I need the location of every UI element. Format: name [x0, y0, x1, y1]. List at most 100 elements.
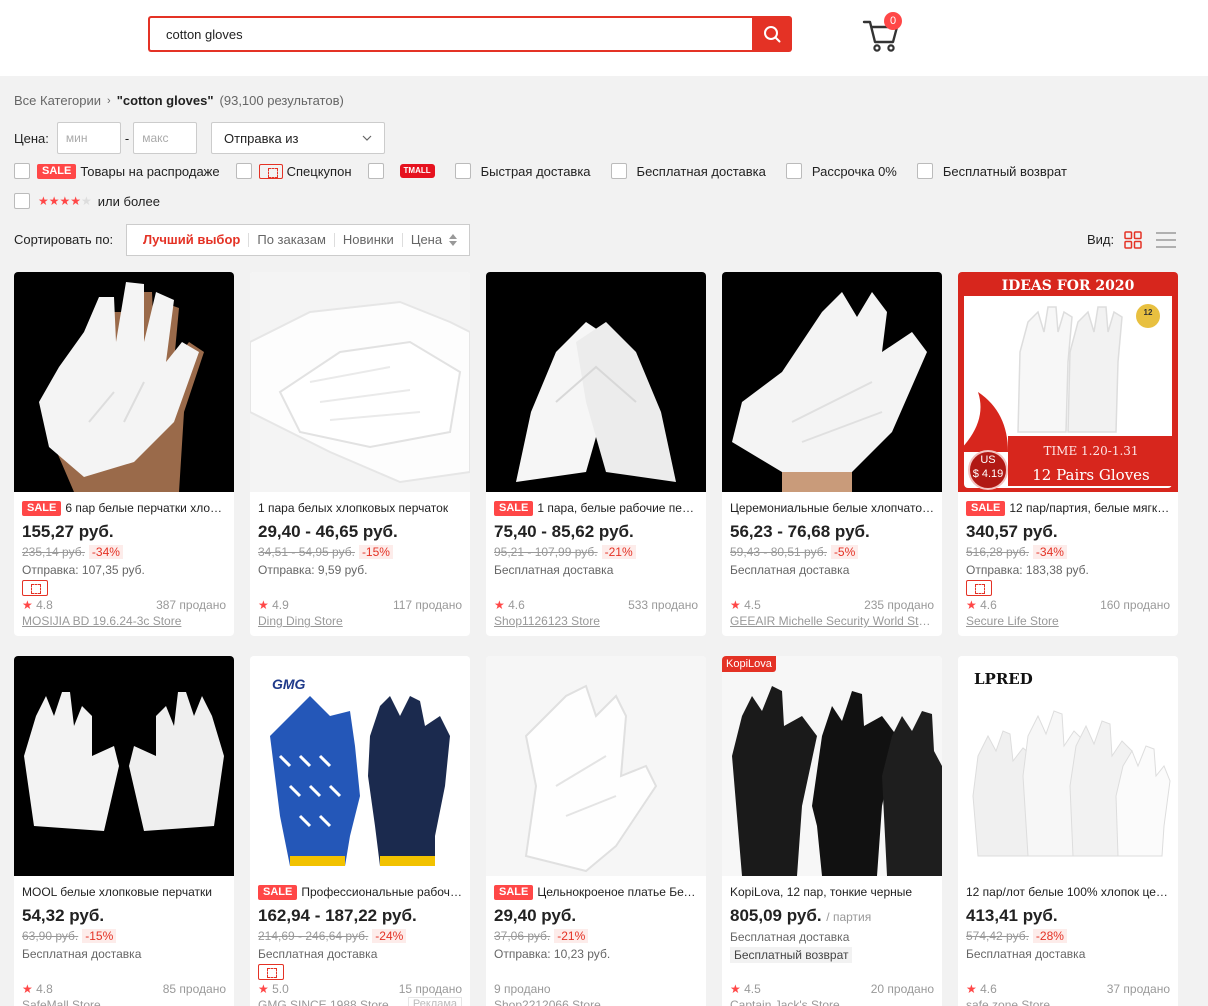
store-link[interactable]: SafeMall Store	[22, 997, 226, 1006]
product-image[interactable]	[722, 272, 942, 492]
search-box[interactable]	[148, 16, 753, 52]
product-card[interactable]: 1 пара белых хлопковых перчаток 29,40 - …	[250, 272, 470, 636]
free-delivery-label: Бесплатная доставка	[636, 163, 766, 179]
product-title[interactable]: 12 пар/лот белые 100% хлопок церемониаль…	[966, 884, 1170, 901]
product-title[interactable]: Церемониальные белые хлопчатобумажные	[730, 500, 934, 517]
store-link[interactable]: Captain Jack's Store	[730, 997, 934, 1006]
search-button[interactable]	[752, 16, 792, 52]
product-rating: ★ 4.6	[494, 598, 525, 612]
sold-count: 85 продано	[162, 982, 226, 996]
product-title[interactable]: 1 пара, белые рабочие перчатки	[537, 500, 698, 517]
product-image[interactable]: IDEAS FOR 2020 12 TIME 1.20-1.31 12 Pair…	[958, 272, 1178, 492]
filter-fast-delivery[interactable]: Быстрая доставка	[454, 163, 591, 179]
shipping-info: Отправка: 10,23 руб.	[494, 947, 611, 961]
product-image[interactable]	[486, 656, 706, 876]
ship-from-select[interactable]: Отправка из	[211, 122, 385, 154]
price-max-input[interactable]: макс	[133, 122, 198, 154]
discount-badge: -34%	[88, 545, 123, 559]
store-link[interactable]: Ding Ding Store	[258, 613, 462, 629]
sale-badge: SALE	[22, 501, 62, 516]
product-price: 29,40 - 46,65 руб.	[258, 522, 398, 541]
list-view-icon[interactable]	[1156, 231, 1176, 249]
fast-delivery-checkbox[interactable]	[454, 163, 471, 179]
product-title[interactable]: KopiLova, 12 пар, тонкие черные	[730, 884, 912, 901]
filter-rating[interactable]: ★★★★★ или более	[14, 192, 160, 210]
product-title[interactable]: Цельнокроеное платье Белые	[537, 884, 698, 901]
search-input[interactable]	[150, 18, 753, 50]
product-rating: ★ 4.5	[730, 598, 761, 612]
sort-price[interactable]: Цена	[403, 233, 465, 247]
filter-free-delivery[interactable]: Бесплатная доставка	[610, 163, 766, 179]
store-link[interactable]: Secure Life Store	[966, 613, 1170, 629]
coupon-checkbox[interactable]	[235, 163, 252, 179]
installment-checkbox[interactable]	[785, 163, 802, 179]
product-rating: ★ 5.0	[258, 982, 289, 996]
shipping-info: Бесплатная доставка	[258, 947, 378, 961]
price-unit: / партия	[826, 910, 872, 924]
cart-count-badge: 0	[884, 12, 902, 30]
product-price: 413,41 руб.	[966, 906, 1058, 925]
chevron-right-icon: ›	[107, 94, 111, 107]
sort-orders[interactable]: По заказам	[249, 233, 335, 247]
product-rating: ★ 4.6	[966, 598, 997, 612]
product-title[interactable]: 6 пар белые перчатки хлопковые	[65, 500, 226, 517]
old-price: 214,69 - 246,64 руб.	[258, 929, 369, 943]
promo-banner-badge: 12	[1143, 308, 1153, 317]
tmall-checkbox[interactable]	[367, 163, 384, 179]
sale-checkbox[interactable]	[14, 163, 30, 179]
product-title[interactable]: 12 пар/партия, белые мягкие	[1009, 500, 1170, 517]
free-delivery-checkbox[interactable]	[610, 163, 627, 179]
promo-banner-time: TIME 1.20-1.31	[1043, 444, 1139, 458]
product-card[interactable]: MOOL белые хлопковые перчатки 54,32 руб.…	[14, 656, 234, 1006]
price-min-input[interactable]: мин	[56, 122, 121, 154]
product-image[interactable]	[14, 656, 234, 876]
store-link[interactable]: Shop1126123 Store	[494, 613, 698, 629]
product-rating: ★ 4.5	[730, 982, 761, 996]
product-card[interactable]: SALE6 пар белые перчатки хлопковые 155,2…	[14, 272, 234, 636]
old-price: 63,90 руб.	[22, 929, 79, 943]
product-title[interactable]: Профессиональные рабочие перчатки	[301, 884, 462, 901]
product-card[interactable]: SALE1 пара, белые рабочие перчатки 75,40…	[486, 272, 706, 636]
store-link[interactable]: GMG SINCE 1988 Store	[258, 997, 398, 1006]
rating-stars-icon: ★★★★★	[38, 194, 92, 208]
grid-view-icon[interactable]	[1124, 231, 1142, 249]
product-card[interactable]: GMG SALEПрофессиональные рабочие перчатк…	[250, 656, 470, 1006]
sort-options: Лучший выбор По заказам Новинки Цена	[126, 224, 470, 256]
product-card[interactable]: SALE Цельнокроеное платье Белые 29,40 руб…	[486, 656, 706, 1006]
breadcrumb-root[interactable]: Все Категории	[14, 93, 101, 108]
sort-newest[interactable]: Новинки	[335, 233, 403, 247]
product-title[interactable]: 1 пара белых хлопковых перчаток	[258, 500, 448, 517]
product-card[interactable]: IDEAS FOR 2020 12 TIME 1.20-1.31 12 Pair…	[958, 272, 1178, 636]
filter-sale[interactable]: SALE Товары на распродаже	[14, 163, 220, 179]
rating-checkbox[interactable]	[14, 193, 30, 209]
product-image[interactable]	[14, 272, 234, 492]
store-link[interactable]: GEEAIR Michelle Security World Store	[730, 613, 934, 629]
filter-tmall[interactable]: TMALL	[367, 163, 435, 179]
product-image[interactable]: KopiLova	[722, 656, 942, 876]
product-title[interactable]: MOOL белые хлопковые перчатки	[22, 884, 212, 901]
sale-filter-label: Товары на распродаже	[80, 163, 220, 179]
store-link[interactable]: Shop2212066 Store	[494, 997, 698, 1006]
product-image[interactable]	[486, 272, 706, 492]
shipping-info: Бесплатная доставка	[494, 563, 614, 577]
product-card[interactable]: LPRED 12 пар/лот белые 100% хлопок церем…	[958, 656, 1178, 1006]
brand-logo: KopiLova	[722, 656, 776, 672]
product-image[interactable]: GMG	[250, 656, 470, 876]
product-image[interactable]	[250, 272, 470, 492]
store-link[interactable]: safe zone Store	[966, 997, 1170, 1006]
coupon-filter-label: Спецкупон	[286, 163, 352, 179]
product-image[interactable]: LPRED	[958, 656, 1178, 876]
rating-filter-label: или более	[97, 193, 160, 209]
filter-installment[interactable]: Рассрочка 0%	[785, 163, 897, 179]
ship-from-label: Отправка из	[224, 130, 299, 146]
free-return-checkbox[interactable]	[916, 163, 933, 179]
product-card[interactable]: KopiLova KopiLova, 12 пар, тонкие черные…	[722, 656, 942, 1006]
store-link[interactable]: MOSIJIA BD 19.6.24-3c Store	[22, 613, 226, 629]
sort-best-match[interactable]: Лучший выбор	[135, 233, 250, 247]
product-card[interactable]: Церемониальные белые хлопчатобумажные 56…	[722, 272, 942, 636]
product-rating: ★ 4.8	[22, 598, 53, 612]
product-price: 54,32 руб.	[22, 906, 105, 925]
filter-free-return[interactable]: Бесплатный возврат	[916, 163, 1067, 179]
discount-badge: -5%	[830, 545, 859, 559]
filter-coupon[interactable]: Спецкупон	[235, 163, 352, 179]
